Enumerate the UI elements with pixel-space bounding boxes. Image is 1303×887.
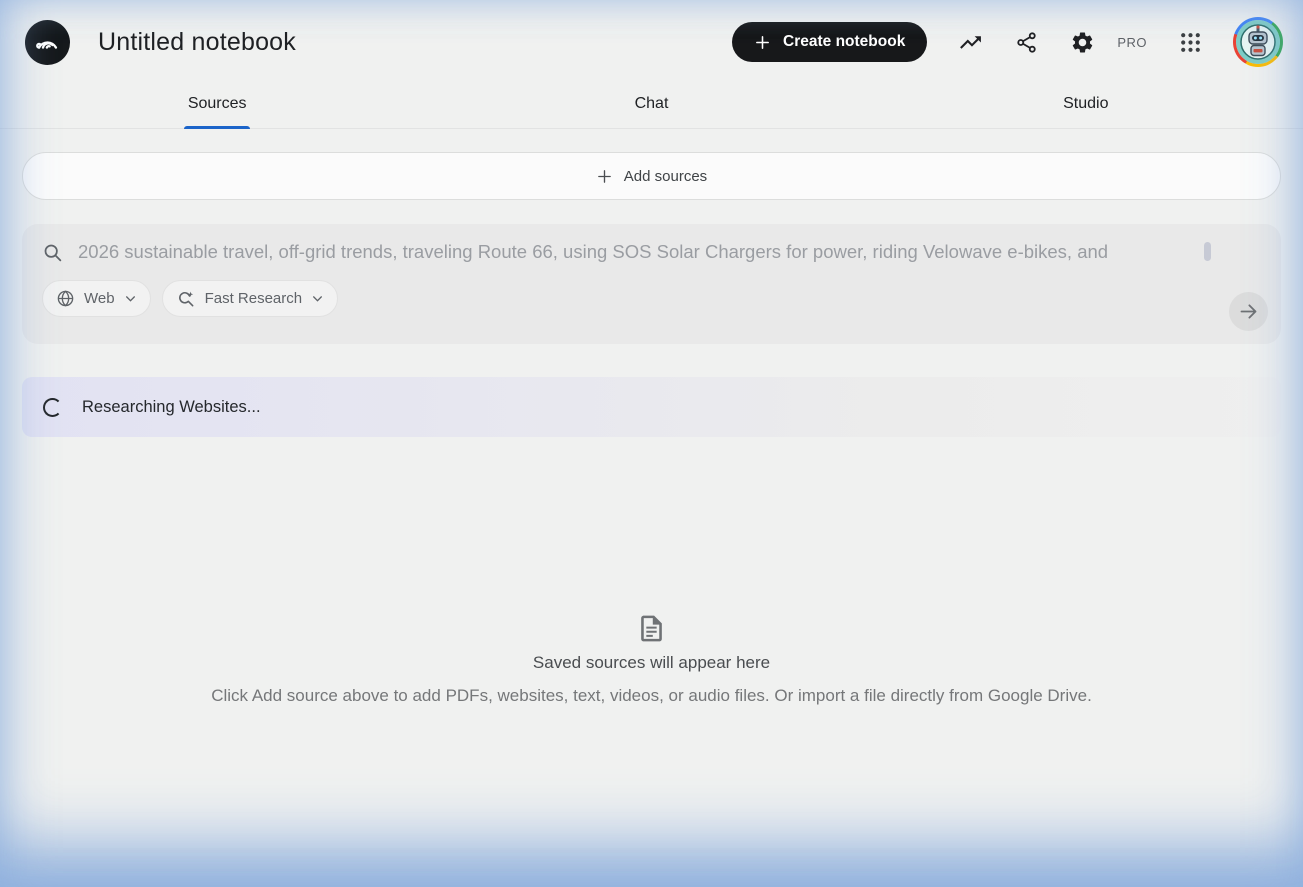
notebooklm-logo-icon — [36, 40, 58, 49]
plus-icon — [597, 169, 611, 183]
analytics-button[interactable] — [957, 29, 983, 55]
notebook-title[interactable]: Untitled notebook — [98, 28, 296, 57]
add-sources-button[interactable]: Add sources — [22, 152, 1281, 200]
pro-badge: PRO — [1117, 34, 1147, 50]
research-mode-chip[interactable]: Fast Research — [161, 280, 339, 317]
research-status-row: Researching Websites... — [22, 377, 1281, 437]
share-icon — [1017, 31, 1036, 53]
tab-chat-label: Chat — [634, 94, 669, 112]
empty-state-description: Click Add source above to add PDFs, webs… — [211, 686, 1092, 705]
sources-panel: Add sources 2026 sustainable travel, off… — [0, 129, 1303, 706]
gear-icon — [1072, 32, 1093, 52]
panel-tabbar: Sources Chat Studio — [0, 79, 1303, 129]
research-input-panel: 2026 sustainable travel, off-grid trends… — [22, 224, 1281, 344]
settings-button[interactable] — [1069, 29, 1095, 55]
loading-spinner-icon — [43, 397, 62, 417]
chevron-down-icon — [313, 296, 323, 302]
research-status-text: Researching Websites... — [82, 397, 261, 416]
research-query-input[interactable]: 2026 sustainable travel, off-grid trends… — [42, 241, 1261, 263]
share-button[interactable] — [1013, 29, 1039, 55]
active-tab-underline — [184, 126, 251, 129]
arrow-right-icon — [1240, 304, 1257, 319]
empty-state-title: Saved sources will appear here — [532, 653, 771, 672]
document-icon — [641, 615, 662, 642]
research-options-row: Web Fast Research — [42, 280, 1261, 317]
plus-icon — [756, 35, 769, 49]
chevron-down-icon — [125, 296, 135, 302]
source-selector-chip[interactable]: Web — [42, 280, 151, 317]
account-avatar[interactable] — [1233, 17, 1283, 67]
create-notebook-button[interactable]: Create notebook — [732, 22, 928, 62]
research-input-placeholder: 2026 sustainable travel, off-grid trends… — [78, 241, 1109, 262]
avatar-image — [1236, 20, 1280, 64]
apps-grid-icon — [1180, 32, 1200, 52]
trending-up-icon — [959, 35, 981, 49]
robot-avatar-icon — [1236, 20, 1280, 64]
sources-empty-state: Saved sources will appear here Click Add… — [22, 613, 1281, 706]
input-scrollbar-thumb[interactable] — [1204, 242, 1211, 261]
app-header: Untitled notebook Create notebook PRO — [0, 0, 1303, 79]
tab-chat[interactable]: Chat — [434, 79, 868, 128]
tab-studio-label: Studio — [1063, 94, 1109, 112]
add-sources-label: Add sources — [623, 167, 708, 185]
apps-grid-button[interactable] — [1177, 29, 1203, 55]
create-notebook-label: Create notebook — [783, 33, 906, 50]
source-selector-value: Web — [84, 290, 115, 307]
tab-studio[interactable]: Studio — [869, 79, 1303, 128]
tab-sources[interactable]: Sources — [0, 79, 434, 129]
notebooklm-logo[interactable] — [25, 19, 70, 65]
search-icon — [44, 244, 62, 261]
globe-icon — [57, 290, 74, 307]
header-actions: Create notebook PRO — [732, 17, 1283, 67]
submit-research-button[interactable] — [1229, 292, 1268, 331]
tab-sources-label: Sources — [187, 94, 247, 112]
research-mode-value: Fast Research — [204, 290, 303, 307]
research-sparkle-icon — [178, 291, 194, 306]
